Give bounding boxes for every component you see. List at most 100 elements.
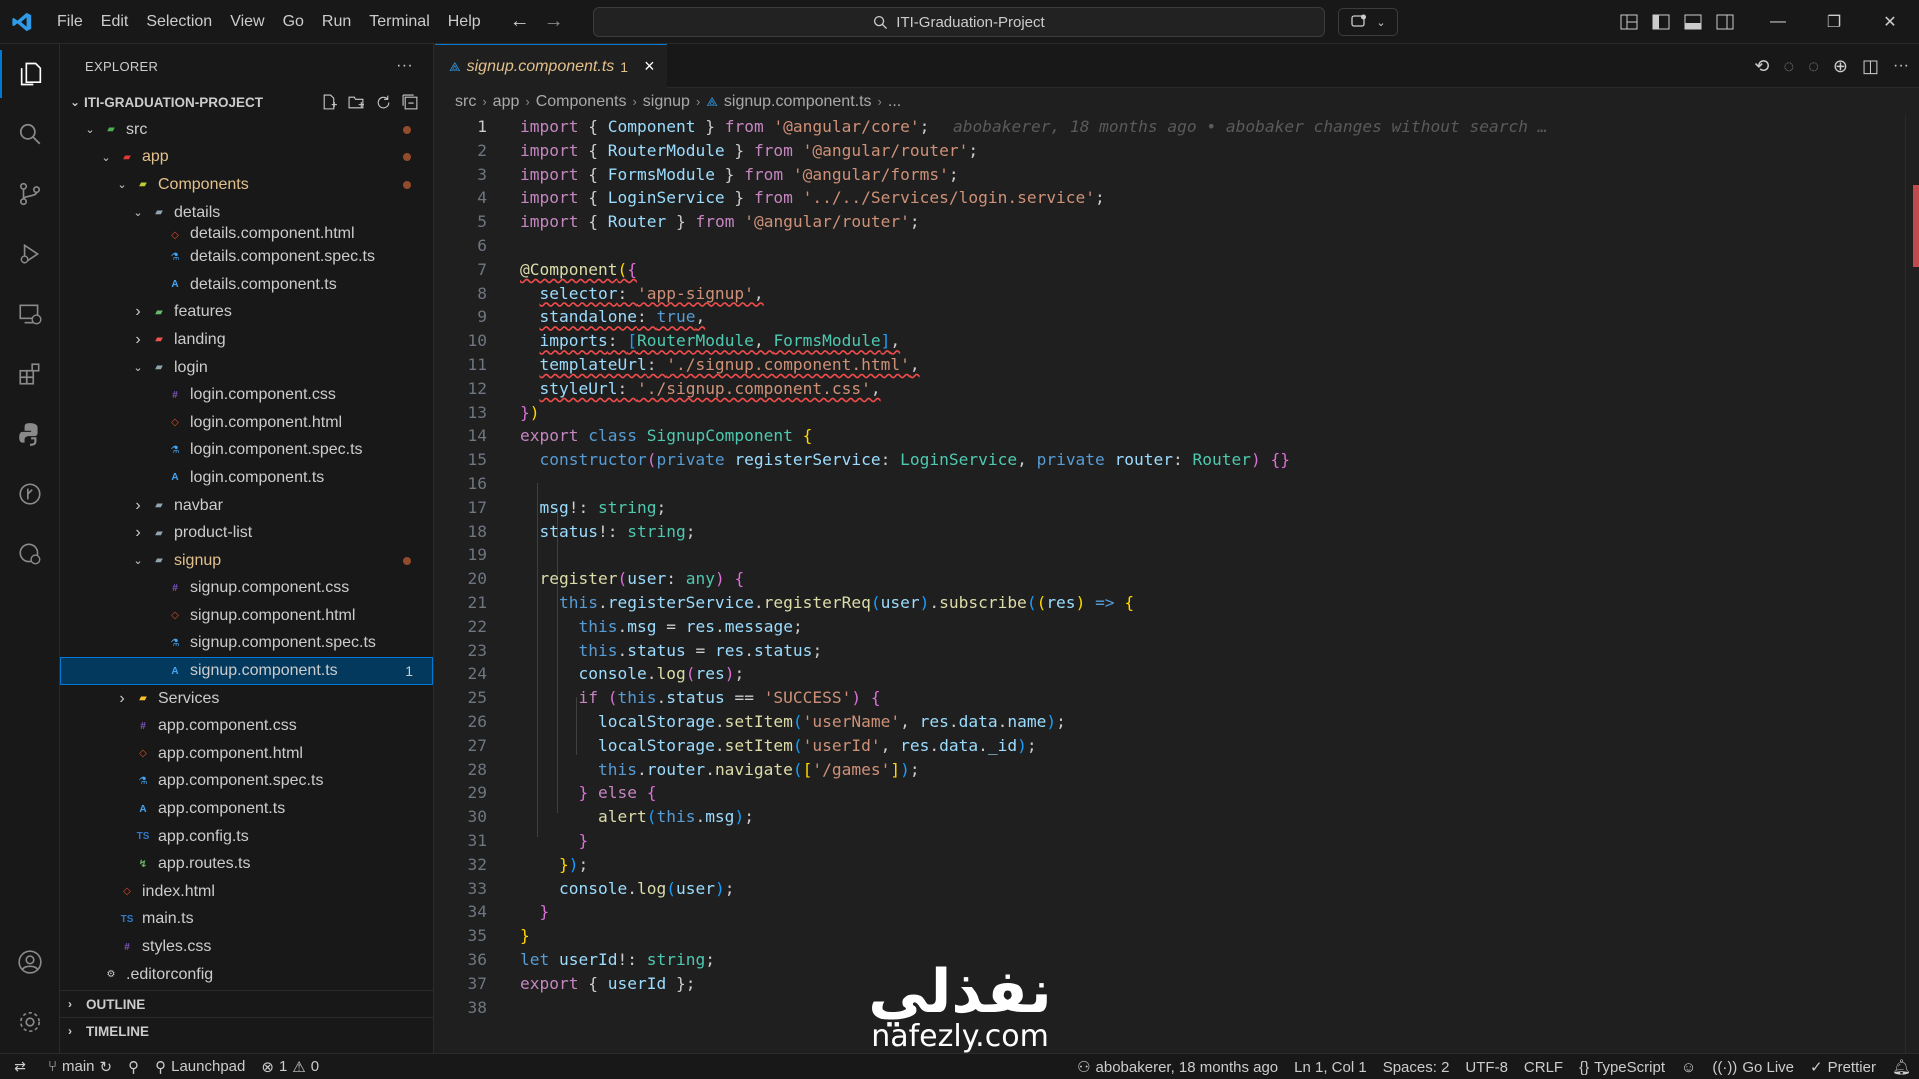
launchpad-status[interactable]: ⚲ Launchpad — [147, 1058, 253, 1076]
remote-explorer-icon[interactable] — [0, 290, 60, 338]
file-item[interactable]: # app.component.css — [60, 712, 433, 740]
customize-layout-icon[interactable] — [1620, 14, 1638, 30]
code-line[interactable]: 10 imports: [RouterModule, FormsModule], — [435, 329, 1919, 353]
code-line[interactable]: 35} — [435, 924, 1919, 948]
file-item[interactable]: Adetails.component.ts — [60, 271, 433, 299]
close-window-icon[interactable]: ✕ — [1862, 12, 1918, 32]
next-change-icon[interactable]: ◌ — [1808, 56, 1819, 77]
code-line[interactable]: 12 styleUrl: './signup.component.css', — [435, 377, 1919, 401]
close-icon[interactable]: × — [644, 56, 655, 77]
menu-file[interactable]: File — [48, 9, 92, 35]
code-line[interactable]: 27 localStorage.setItem('userId', res.da… — [435, 734, 1919, 758]
gitlens-icon[interactable] — [0, 530, 60, 578]
file-item[interactable]: ◇ signup.component.html — [60, 602, 433, 630]
code-line[interactable]: 1 import { Component } from '@angular/cor… — [435, 115, 1919, 139]
language-mode[interactable]: {} TypeScript — [1571, 1059, 1673, 1076]
code-line[interactable]: 2 import { RouterModule } from '@angular/… — [435, 139, 1919, 163]
file-item[interactable]: # styles.css — [60, 933, 433, 961]
code-line[interactable]: 6 — [435, 234, 1919, 258]
encoding[interactable]: UTF-8 — [1457, 1059, 1516, 1076]
menu-go[interactable]: Go — [274, 9, 313, 35]
copilot-button[interactable]: ⌄ — [1338, 8, 1398, 36]
code-line[interactable]: 26 localStorage.setItem('userName', res.… — [435, 710, 1919, 734]
code-line[interactable]: 8 selector: 'app-signup', — [435, 282, 1919, 306]
account-icon[interactable] — [0, 938, 60, 986]
toggle-secondary-sidebar-icon[interactable] — [1716, 14, 1734, 30]
notifications[interactable]: 🔔︎ — [1884, 1058, 1919, 1076]
end-of-line[interactable]: CRLF — [1516, 1059, 1571, 1076]
file-item[interactable]: Asignup.component.ts 1 — [60, 657, 433, 685]
new-file-icon[interactable] — [321, 94, 338, 111]
prettier-status[interactable]: ✓ Prettier — [1802, 1058, 1884, 1077]
code-line[interactable]: 24 console.log(res); — [435, 662, 1919, 686]
sync-icon[interactable]: ↻ — [100, 1058, 113, 1076]
run-debug-icon[interactable] — [0, 230, 60, 278]
folder-item[interactable]: › ▰ landing — [60, 326, 433, 354]
folder-item[interactable]: › ▰ Services — [60, 685, 433, 713]
problems-status[interactable]: ⊗ 1 ⚠ 0 — [253, 1058, 327, 1076]
code-editor[interactable]: 1 import { Component } from '@angular/cor… — [435, 115, 1919, 1053]
breadcrumb-item[interactable]: signup — [643, 93, 690, 111]
timeline-section[interactable]: › TIMELINE — [60, 1017, 433, 1044]
code-line[interactable]: 38 — [435, 996, 1919, 1020]
breadcrumb-item[interactable]: signup.component.ts — [724, 93, 872, 111]
menu-run[interactable]: Run — [313, 9, 360, 35]
code-line[interactable]: 28 this.router.navigate(['/games']); — [435, 758, 1919, 782]
file-item[interactable]: Aapp.component.ts — [60, 795, 433, 823]
file-item[interactable]: ⚗ signup.component.spec.ts — [60, 630, 433, 658]
code-line[interactable]: 30 alert(this.msg); — [435, 805, 1919, 829]
code-line[interactable]: 31 } — [435, 829, 1919, 853]
menu-selection[interactable]: Selection — [137, 9, 221, 35]
source-control-icon[interactable] — [0, 170, 60, 218]
code-line[interactable]: 25 if (this.status == 'SUCCESS') { — [435, 686, 1919, 710]
more-actions-icon[interactable]: ··· — [396, 57, 413, 75]
remote-indicator[interactable]: ⇄ — [0, 1054, 40, 1079]
code-line[interactable]: 22 this.msg = res.message; — [435, 615, 1919, 639]
blame-status[interactable]: ⚇ abobakerer, 18 months ago — [1069, 1058, 1286, 1077]
file-item[interactable]: # signup.component.css — [60, 575, 433, 603]
code-line[interactable]: 13}) — [435, 401, 1919, 425]
file-item[interactable]: ⚗ details.component.spec.ts — [60, 243, 433, 271]
file-item[interactable]: ◇ index.html — [60, 878, 433, 906]
tab-signup-component-ts[interactable]: ⟁ signup.component.ts 1 × — [435, 44, 667, 88]
folder-item[interactable]: › ▰ features — [60, 299, 433, 327]
forward-arrow-icon[interactable]: → — [544, 10, 564, 33]
back-arrow-icon[interactable]: ← — [510, 10, 530, 33]
breadcrumb-item[interactable]: src — [455, 93, 476, 111]
folder-item[interactable]: ⌄ ▰ src — [60, 116, 433, 144]
git-graph-icon[interactable] — [0, 470, 60, 518]
new-folder-icon[interactable] — [348, 94, 365, 111]
file-item[interactable]: ◇ app.component.html — [60, 740, 433, 768]
code-line[interactable]: 20 register(user: any) { — [435, 567, 1919, 591]
code-line[interactable]: 23 this.status = res.status; — [435, 639, 1919, 663]
folder-item[interactable]: ⌄ ▰ Components — [60, 171, 433, 199]
folder-item[interactable]: ⌄ ▰ details — [60, 199, 433, 227]
menu-help[interactable]: Help — [439, 9, 490, 35]
file-item[interactable]: ◇ details.component.html — [60, 226, 433, 243]
code-line[interactable]: 17 msg!: string; — [435, 496, 1919, 520]
file-item[interactable]: # login.component.css — [60, 381, 433, 409]
open-changes-icon[interactable]: ⟲ — [1754, 56, 1769, 77]
file-item[interactable]: ⚗ app.component.spec.ts — [60, 768, 433, 796]
extensions-icon[interactable] — [0, 350, 60, 398]
branch-indicator[interactable]: ⑂ main ↻ — [40, 1058, 120, 1076]
git-graph-status[interactable]: ⚲ — [120, 1058, 147, 1076]
explorer-icon[interactable] — [0, 50, 60, 98]
code-line[interactable]: 14 export class SignupComponent { — [435, 424, 1919, 448]
code-line[interactable]: 21 this.registerService.registerReq(user… — [435, 591, 1919, 615]
search-icon[interactable] — [0, 110, 60, 158]
refresh-icon[interactable] — [375, 94, 392, 111]
code-line[interactable]: 37 export { userId }; — [435, 972, 1919, 996]
code-line[interactable]: 36 let userId!: string; — [435, 948, 1919, 972]
code-line[interactable]: 7 @Component({ — [435, 258, 1919, 282]
code-line[interactable]: 19 — [435, 543, 1919, 567]
collapse-all-icon[interactable] — [402, 94, 419, 111]
go-live-status[interactable]: ((·)) Go Live — [1704, 1059, 1802, 1076]
code-line[interactable]: 18 status!: string; — [435, 520, 1919, 544]
code-line[interactable]: 5 import { Router } from '@angular/router… — [435, 210, 1919, 234]
breadcrumb-item[interactable]: ... — [888, 93, 901, 111]
settings-gear-icon[interactable] — [0, 998, 60, 1046]
file-item[interactable]: ⚗ login.component.spec.ts — [60, 437, 433, 465]
code-line[interactable]: 29 } else { — [435, 781, 1919, 805]
outline-section[interactable]: › OUTLINE — [60, 990, 433, 1017]
